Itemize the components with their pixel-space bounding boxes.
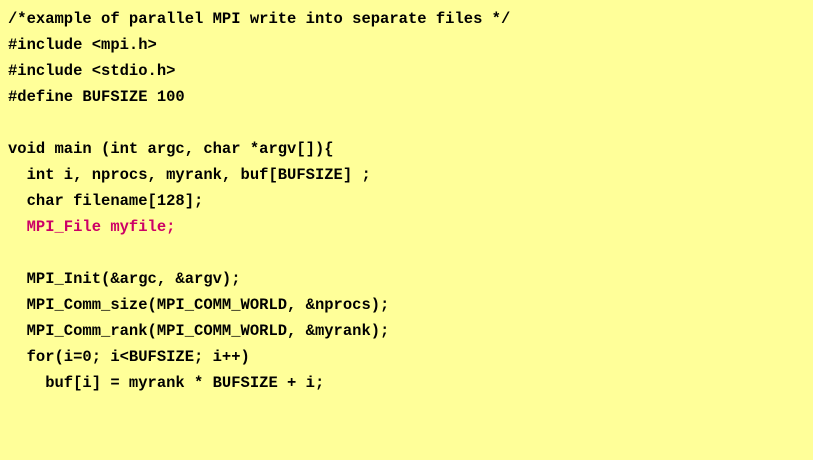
code-listing: /*example of parallel MPI write into sep…: [0, 0, 813, 460]
code-line-mpi-comm-size: MPI_Comm_size(MPI_COMM_WORLD, &nprocs);: [8, 296, 390, 314]
code-line-mpi-comm-rank: MPI_Comm_rank(MPI_COMM_WORLD, &myrank);: [8, 322, 390, 340]
code-line-comment: /*example of parallel MPI write into sep…: [8, 10, 511, 28]
code-line-int-decl: int i, nprocs, myrank, buf[BUFSIZE] ;: [8, 166, 371, 184]
code-line-mpi-init: MPI_Init(&argc, &argv);: [8, 270, 241, 288]
code-line-mpi-file-decl: MPI_File myfile;: [8, 218, 176, 236]
code-line-include-stdio: #include <stdio.h>: [8, 62, 176, 80]
code-line-include-mpi: #include <mpi.h>: [8, 36, 157, 54]
code-line-main-signature: void main (int argc, char *argv[]){: [8, 140, 334, 158]
code-line-buf-assign: buf[i] = myrank * BUFSIZE + i;: [8, 374, 325, 392]
code-line-define-bufsize: #define BUFSIZE 100: [8, 88, 185, 106]
code-line-char-decl: char filename[128];: [8, 192, 204, 210]
code-line-for-loop: for(i=0; i<BUFSIZE; i++): [8, 348, 250, 366]
